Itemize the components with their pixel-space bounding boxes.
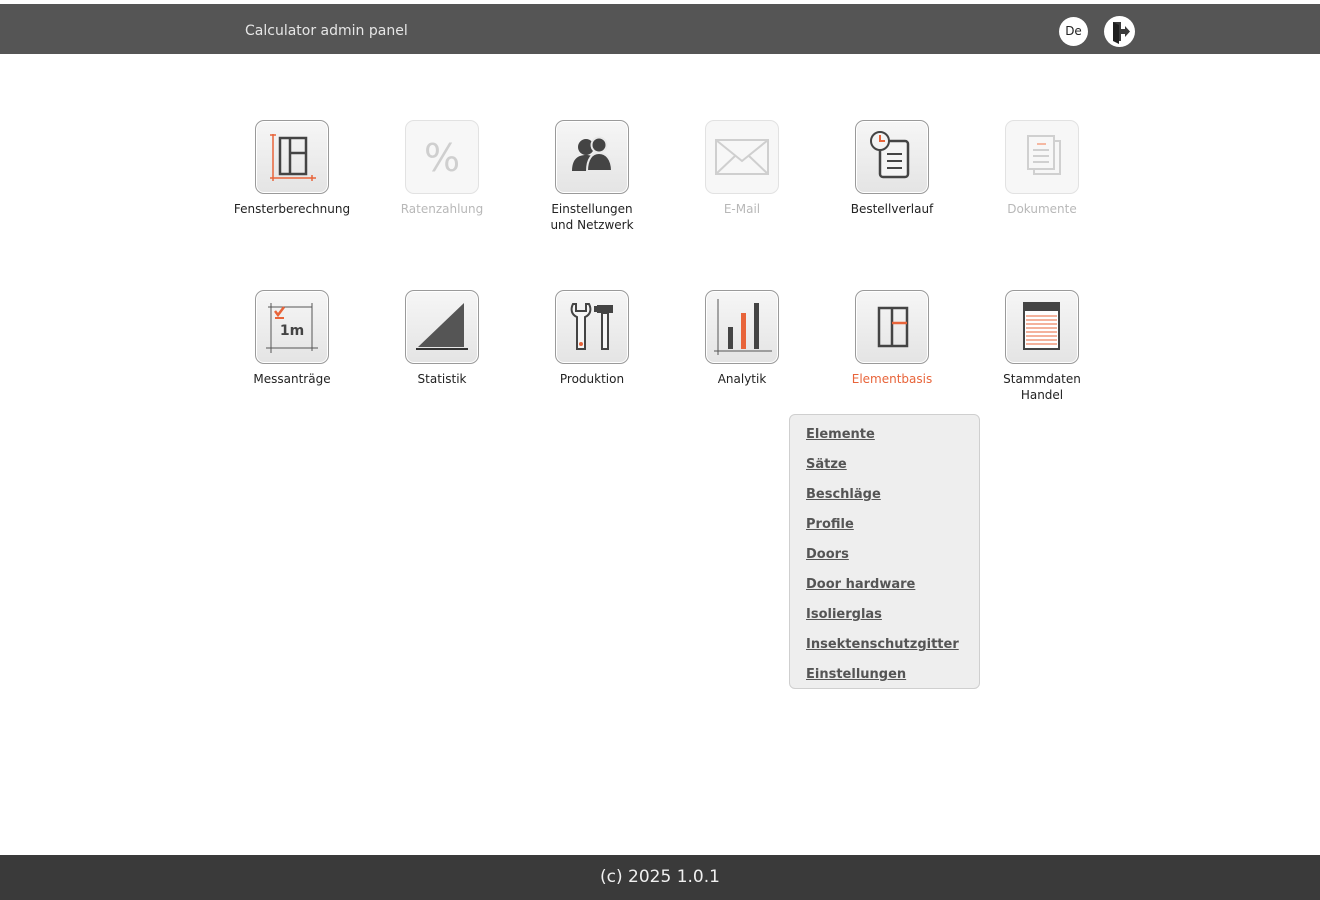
window-calculation-icon <box>270 134 316 181</box>
elementbasis-dropdown-menu: Elemente Sätze Beschläge Profile Doors D… <box>789 414 980 689</box>
tools-icon <box>570 303 613 350</box>
tile-label: E-Mail <box>723 202 761 216</box>
tile-label: Bestellverlauf <box>850 202 934 216</box>
language-switch-button[interactable]: De <box>1059 17 1088 46</box>
tile-statistik[interactable]: Statistik <box>372 290 512 387</box>
tile-produktion[interactable]: Produktion <box>522 290 662 387</box>
tile-fensterberechnung[interactable]: Fensterberechnung <box>222 120 362 217</box>
master-data-icon <box>1023 302 1060 350</box>
tile-bestellverlauf[interactable]: Bestellverlauf <box>822 120 962 217</box>
tile-stammdaten-handel[interactable]: Stammdaten Handel <box>972 290 1112 403</box>
menu-item-einstellungen[interactable]: Einstellungen <box>806 667 906 682</box>
footer-copyright: (c) 2025 1.0.1 <box>600 867 720 887</box>
tile-e-mail[interactable]: E-Mail <box>672 120 812 217</box>
tile-ratenzahlung[interactable]: % Ratenzahlung <box>372 120 512 217</box>
tile-messantraege[interactable]: 1m Messanträge <box>222 290 362 387</box>
svg-text:1m: 1m <box>280 323 304 339</box>
tile-label: Dokumente <box>1007 202 1077 216</box>
tile-analytik[interactable]: Analytik <box>672 290 812 387</box>
tile-label: Stammdaten Handel <box>1003 372 1081 402</box>
menu-item-isolierglas[interactable]: Isolierglas <box>806 607 882 622</box>
tile-label: Statistik <box>417 372 467 386</box>
menu-item-saetze[interactable]: Sätze <box>806 457 847 472</box>
app-title: Calculator admin panel <box>245 23 408 39</box>
tile-label: Messanträge <box>253 372 331 386</box>
tile-label: Elementbasis <box>851 372 933 386</box>
logout-door-icon <box>1113 22 1130 44</box>
statistics-triangle-icon <box>416 303 468 350</box>
menu-item-doors[interactable]: Doors <box>806 547 849 562</box>
menu-item-profile[interactable]: Profile <box>806 517 854 532</box>
logout-button[interactable] <box>1104 16 1135 47</box>
top-bar: Calculator admin panel De <box>0 4 1320 54</box>
menu-item-beschlaege[interactable]: Beschläge <box>806 487 881 502</box>
percent-icon: % <box>424 136 460 180</box>
menu-item-insektenschutzgitter[interactable]: Insektenschutzgitter <box>806 637 959 652</box>
tile-label: Einstellungen und Netzwerk <box>550 202 634 232</box>
tile-einstellungen-und-netzwerk[interactable]: Einstellungen und Netzwerk <box>522 120 662 233</box>
documents-icon <box>1027 135 1061 175</box>
bar-chart-icon <box>714 299 772 355</box>
tile-dokumente[interactable]: Dokumente <box>972 120 1112 217</box>
measurement-icon: 1m <box>266 303 318 353</box>
tile-label: Produktion <box>559 372 625 386</box>
order-history-icon <box>870 131 910 179</box>
footer: (c) 2025 1.0.1 <box>0 855 1320 900</box>
users-network-icon <box>572 136 614 172</box>
tile-label: Analytik <box>717 372 767 386</box>
element-base-icon <box>877 306 909 348</box>
tile-label: Ratenzahlung <box>400 202 484 216</box>
envelope-icon <box>715 139 769 175</box>
tile-elementbasis[interactable]: Elementbasis <box>822 290 962 387</box>
tile-label: Fensterberechnung <box>233 202 351 216</box>
svg-text:%: % <box>424 136 460 180</box>
menu-item-door-hardware[interactable]: Door hardware <box>806 577 915 592</box>
menu-item-elemente[interactable]: Elemente <box>806 427 875 442</box>
